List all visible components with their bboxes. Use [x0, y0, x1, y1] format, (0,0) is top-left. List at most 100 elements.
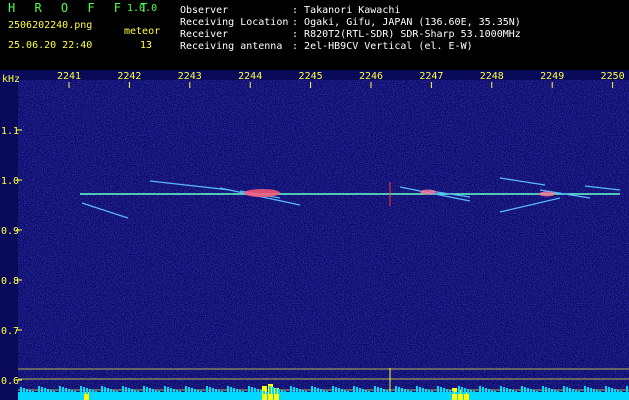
level-bar [551, 389, 553, 394]
level-bar [494, 391, 496, 394]
info-value: R820T2(RTL-SDR) SDR-Sharp 53.1000MHz [304, 29, 521, 40]
level-bar [176, 390, 178, 394]
level-bar [149, 388, 151, 394]
x-tick-label: 2243 [178, 71, 202, 82]
level-bar [212, 388, 214, 394]
x-tick-label: 2248 [480, 71, 504, 82]
level-bar [380, 388, 382, 394]
level-bar [578, 391, 580, 394]
meteor-label: meteor [124, 26, 161, 37]
level-bar [311, 386, 313, 394]
y-tick-label: 0.7 [1, 326, 19, 337]
level-bar [542, 386, 544, 394]
level-bar [377, 387, 379, 394]
level-bar [548, 388, 550, 394]
level-bar [206, 386, 208, 394]
level-bar [248, 386, 250, 394]
meteor-head-echo [539, 191, 555, 197]
level-bar [608, 387, 610, 394]
level-bar [254, 388, 256, 394]
level-bar [431, 391, 433, 394]
info-value: Takanori Kawachi [304, 5, 401, 16]
info-receiver: Receiver: R820T2(RTL-SDR) SDR-Sharp 53.1… [180, 29, 521, 40]
level-bar [575, 390, 577, 394]
level-bar [104, 387, 106, 394]
level-bar [557, 391, 559, 394]
level-bar [110, 389, 112, 394]
level-bar [485, 388, 487, 394]
level-bar [137, 391, 139, 394]
info-label: Observer [180, 5, 229, 16]
level-bar [71, 390, 73, 394]
level-bar [503, 387, 505, 394]
level-bar [506, 388, 508, 394]
level-bar [134, 390, 136, 394]
level-bar [80, 386, 82, 394]
level-bar [116, 391, 118, 394]
level-bar [113, 390, 115, 394]
level-bar [386, 390, 388, 394]
level-bar [179, 391, 181, 394]
level-bar [146, 387, 148, 394]
level-bar [173, 389, 175, 394]
level-bar [620, 391, 622, 394]
y-tick-label: 0.6 [1, 376, 19, 387]
level-bar [230, 387, 232, 394]
level-bar [191, 388, 193, 394]
level-bar [524, 387, 526, 394]
level-bar [515, 391, 517, 394]
level-bar [35, 392, 37, 394]
level-bar [461, 387, 463, 394]
level-bar [23, 388, 25, 394]
level-bar [395, 386, 397, 394]
level-bar [308, 392, 310, 394]
level-bar [419, 387, 421, 394]
level-bar [317, 388, 319, 394]
level-bar [68, 389, 70, 394]
level-bar [467, 389, 469, 394]
level-bar [590, 388, 592, 394]
info-location: Receiving Location: Ogaki, Gifu, JAPAN (… [180, 17, 521, 28]
file-datetime: 25.06.20 22:40 [8, 40, 93, 51]
level-bar [155, 390, 157, 394]
level-bar [410, 391, 412, 394]
level-bar [563, 386, 565, 394]
level-bar [281, 390, 283, 394]
level-bar [470, 390, 472, 394]
level-bar [560, 392, 562, 394]
level-bar [56, 392, 58, 394]
level-bar [401, 388, 403, 394]
level-bar [329, 392, 331, 394]
level-bar [29, 390, 31, 394]
level-bar [446, 389, 448, 394]
level-bar [302, 390, 304, 394]
level-bar [479, 386, 481, 394]
level-bar [335, 387, 337, 394]
level-bar [188, 387, 190, 394]
level-bar [398, 387, 400, 394]
level-bar [83, 387, 85, 394]
level-bar [260, 390, 262, 394]
level-bar [509, 389, 511, 394]
level-bar [167, 387, 169, 394]
level-bar [26, 389, 28, 394]
level-bar [365, 390, 367, 394]
level-bar [512, 390, 514, 394]
level-bar [143, 386, 145, 394]
level-bar [74, 391, 76, 394]
y-tick-label: 1.1 [1, 126, 19, 137]
level-bar [602, 392, 604, 394]
level-bar [215, 389, 217, 394]
level-bar [614, 389, 616, 394]
level-bar [92, 390, 94, 394]
meteor-head-echo [244, 189, 280, 197]
level-bar [383, 389, 385, 394]
level-bar [554, 390, 556, 394]
level-bar [569, 388, 571, 394]
level-bar [269, 386, 271, 394]
level-bar [530, 389, 532, 394]
info-value: 2el-HB9CV Vertical (el. E-W) [304, 41, 473, 52]
level-bar [203, 392, 205, 394]
y-tick-label: 1.0 [1, 176, 19, 187]
level-bar [407, 390, 409, 394]
